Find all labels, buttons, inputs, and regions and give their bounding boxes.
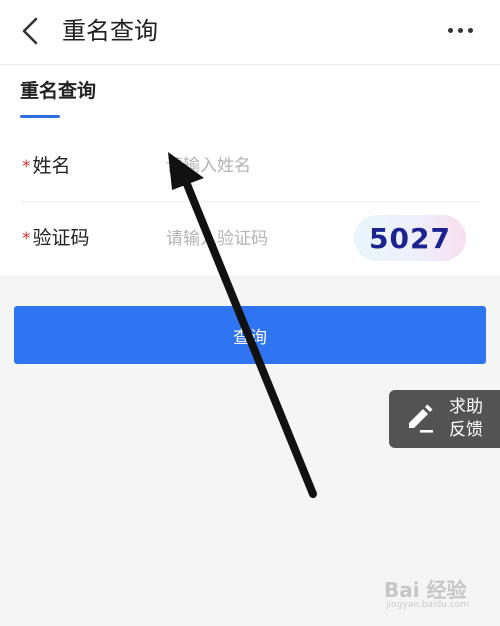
tab-rename-query[interactable]: 重名查询: [20, 77, 96, 105]
tab-active-indicator: [20, 115, 60, 118]
edit-pen-icon: [409, 404, 433, 433]
captcha-label-text: 验证码: [32, 227, 90, 249]
chevron-left-icon[interactable]: [16, 14, 46, 48]
watermark: Bai 经验 jingyan.baidu.com: [384, 574, 484, 614]
required-mark: *: [22, 157, 31, 177]
watermark-sub: jingyan.baidu.com: [386, 600, 470, 610]
name-label-text: 姓名: [32, 155, 71, 177]
more-horizontal-icon[interactable]: [448, 26, 474, 36]
help-feedback-button[interactable]: 求助反馈: [389, 390, 500, 448]
captcha-label: * 验证码: [22, 224, 90, 253]
row-divider: [20, 201, 480, 202]
required-mark: *: [22, 229, 31, 249]
captcha-image[interactable]: 5027: [354, 215, 466, 261]
page-title: 重名查询: [62, 17, 158, 45]
name-label: * 姓名: [22, 152, 71, 181]
watermark-text: Bai 经验: [384, 578, 467, 602]
captcha-input[interactable]: [166, 224, 346, 254]
name-input[interactable]: [166, 151, 346, 181]
top-nav-bar: 重名查询: [0, 0, 500, 65]
help-feedback-label: 求助反馈: [449, 397, 483, 440]
query-button[interactable]: 查询: [14, 306, 486, 364]
query-form: 重名查询 *姓名 *验证码 5027: [0, 65, 500, 275]
